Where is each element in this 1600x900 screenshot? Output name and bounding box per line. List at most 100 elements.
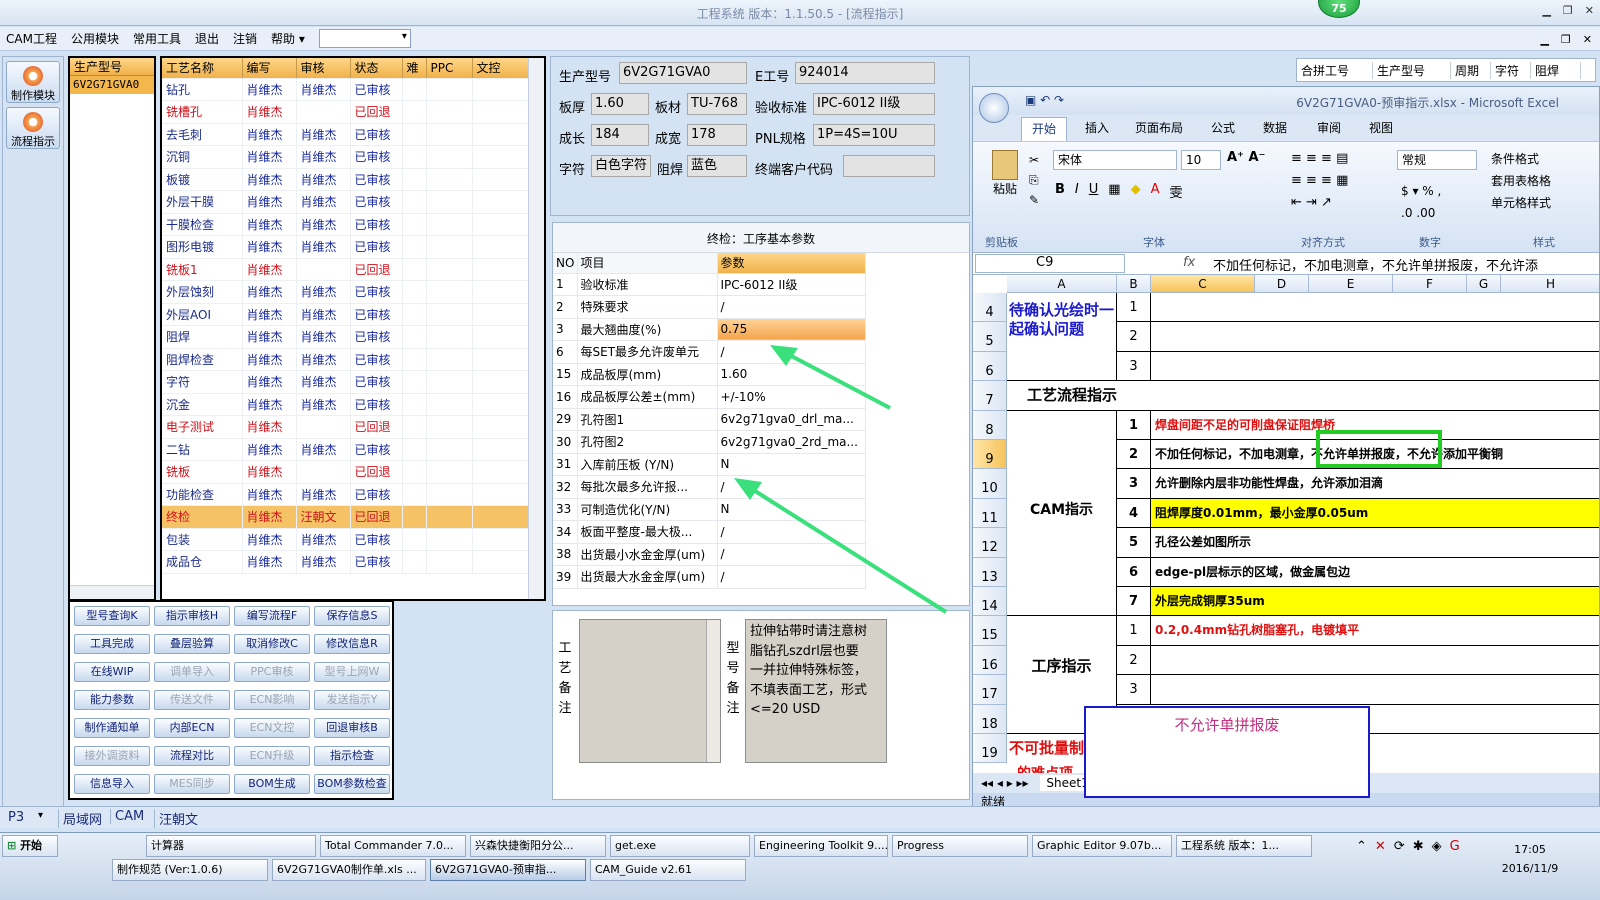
table-row[interactable]: 铣槽孔 肖维杰 已回退 <box>162 100 531 124</box>
model-note-box[interactable]: 拉伸钻带时请注意树脂钻孔szdrl层也要一并拉伸特殊标签，不填表面工艺，形式<=… <box>745 619 887 763</box>
action-button[interactable]: 内部ECN <box>154 718 230 738</box>
column-header[interactable]: B <box>1117 275 1151 293</box>
row-header[interactable]: 13 <box>973 557 1007 587</box>
menu-tools[interactable]: 常用工具 <box>133 30 181 47</box>
action-button[interactable]: 调单导入 <box>154 662 230 682</box>
number-icons[interactable]: $ ▾ % , .0 .00 <box>1401 180 1441 224</box>
len-field[interactable]: 184 <box>591 124 649 146</box>
menu-help[interactable]: 帮助 ▾ <box>271 30 305 47</box>
sheet-cell[interactable]: 3 <box>1117 351 1151 382</box>
action-button[interactable]: MES同步 <box>154 774 230 794</box>
sheet-cell[interactable]: 孔径公差如图所示 <box>1151 528 1599 558</box>
menu-common-modules[interactable]: 公用模块 <box>71 30 119 47</box>
wid-field[interactable]: 178 <box>687 124 747 146</box>
menu-combo[interactable] <box>318 29 411 48</box>
sheet-cell[interactable]: edge-pl层标示的区域，做金属包边 <box>1151 558 1599 587</box>
table-row[interactable]: 铣板 肖维杰 已回退 <box>162 460 531 484</box>
action-button[interactable]: ECN升级 <box>234 746 310 766</box>
right-header-col[interactable]: 阻焊 <box>1531 61 1581 79</box>
table-row[interactable]: 终检 肖维杰 汪朝文 已回退 <box>162 505 531 529</box>
thick-field[interactable]: 1.60 <box>591 93 649 115</box>
taskbar-item[interactable]: Total Commander 7.0... <box>320 835 466 857</box>
sheet-cell[interactable] <box>1151 293 1599 323</box>
process-note-box[interactable] <box>579 619 721 763</box>
column-header[interactable]: 状态 <box>350 58 403 79</box>
sheet-cell[interactable]: 工艺流程指示 <box>1007 381 1599 411</box>
column-header[interactable]: 审核 <box>296 58 351 79</box>
sheet-cell[interactable]: 3 <box>1117 469 1151 499</box>
start-button[interactable]: ⊞ 开始 <box>2 835 58 857</box>
action-button[interactable]: ECN影响 <box>234 690 310 710</box>
column-header[interactable]: D <box>1255 275 1309 293</box>
h-scrollbar[interactable] <box>70 585 154 599</box>
row-header[interactable]: 9 <box>973 440 1007 470</box>
chevron-down-icon[interactable]: ▾ <box>38 810 43 821</box>
mat-field[interactable]: TU-768 <box>687 93 747 115</box>
table-row[interactable]: 板镀 肖维杰 肖维杰 已审核 <box>162 168 531 191</box>
table-row[interactable]: 包装 肖维杰 肖维杰 已审核 <box>162 528 531 551</box>
fx-icon[interactable]: fx <box>1183 255 1195 270</box>
params-row[interactable]: 1 验收标准 IPC-6012 II级 <box>553 273 866 296</box>
params-row[interactable]: 2 特殊要求 / <box>553 295 866 319</box>
tray-icons[interactable]: ⌃ ✕ ⟳ ✱ ◈ G <box>1356 839 1460 854</box>
action-button[interactable]: 发送指示Y <box>314 690 390 710</box>
action-button[interactable]: 流程对比 <box>154 746 230 766</box>
table-row[interactable]: 外层干膜 肖维杰 肖维杰 已审核 <box>162 190 531 214</box>
sheet-cell[interactable] <box>1151 322 1599 352</box>
row-header[interactable]: 6 <box>973 351 1007 382</box>
action-button[interactable]: 修改信息R <box>314 634 390 654</box>
quick-access-icon[interactable]: ▣ ↶ ↷ <box>1025 93 1064 107</box>
sheet-cell[interactable]: 2 <box>1117 322 1151 352</box>
row-header[interactable]: 4 <box>973 293 1007 323</box>
right-header-col[interactable]: 周期 <box>1451 61 1491 79</box>
mask-field[interactable]: 蓝色 <box>687 155 747 177</box>
taskbar-item[interactable]: 6V2G71GVA0制作单.xls ... <box>272 859 426 881</box>
sheet-cell[interactable]: 待确认光绘时一起确认问题 <box>1007 293 1117 382</box>
taskbar-item[interactable]: Engineering Toolkit 9.... <box>754 835 888 857</box>
sheet-cell[interactable]: 1 <box>1117 293 1151 323</box>
taskbar-item[interactable]: 6V2G71GVA0-预审指... <box>430 859 586 881</box>
action-button[interactable]: 信息导入 <box>74 774 150 794</box>
font-name-select[interactable]: 宋体 <box>1053 150 1177 170</box>
table-row[interactable]: 图形电镀 肖维杰 肖维杰 已审核 <box>162 235 531 259</box>
action-button[interactable]: 在线WIP <box>74 662 150 682</box>
action-button[interactable]: 传送文件 <box>154 690 230 710</box>
sheet-cell[interactable]: 7 <box>1117 587 1151 617</box>
table-row[interactable]: 电子测试 肖维杰 已回退 <box>162 415 531 439</box>
action-button[interactable]: 型号上网W <box>314 662 390 682</box>
action-button[interactable]: 制作通知单 <box>74 718 150 738</box>
table-row[interactable]: 阻焊 肖维杰 肖维杰 已审核 <box>162 325 531 349</box>
row-header[interactable]: 8 <box>973 410 1007 440</box>
sheet-nav-icon[interactable]: ◂◂ ◂ ▸ ▸▸ <box>981 776 1029 790</box>
v-scrollbar[interactable] <box>706 620 720 762</box>
table-format[interactable]: 套用表格格 <box>1491 170 1551 192</box>
cust-field[interactable] <box>843 155 935 177</box>
formula-text[interactable]: 不加任何标记，不加电测章，不允许单拼报废，不允许添 <box>1213 255 1538 274</box>
sheet-cell[interactable]: 1 <box>1117 616 1151 646</box>
table-row[interactable]: 阻焊检查 肖维杰 肖维杰 已审核 <box>162 348 531 371</box>
table-row[interactable]: 钻孔 肖维杰 肖维杰 已审核 <box>162 78 531 101</box>
sheet-cell[interactable]: 0.2,0.4mm钻孔树脂塞孔，电镀填平 <box>1151 616 1599 646</box>
menu-logout[interactable]: 注销 <box>233 30 257 47</box>
action-button[interactable]: ECN文控 <box>234 718 310 738</box>
taskbar-item[interactable]: 兴森快捷衡阳分公... <box>470 835 606 857</box>
tab-page-layout[interactable]: 页面布局 <box>1135 119 1183 136</box>
taskbar-item[interactable]: Progress <box>892 835 1028 857</box>
action-button[interactable]: 取消修改C <box>234 634 310 654</box>
action-button[interactable]: BOM参数检查 <box>314 774 390 794</box>
tab-data[interactable]: 数据 <box>1263 119 1287 136</box>
taskbar-item[interactable]: Graphic Editor 9.07b... <box>1032 835 1172 857</box>
eno-field[interactable]: 924014 <box>795 62 935 84</box>
conditional-format[interactable]: 条件格式 <box>1491 148 1551 170</box>
sheet-cell[interactable]: 6 <box>1117 557 1151 587</box>
char-field[interactable]: 白色字符 <box>591 155 651 177</box>
column-header[interactable]: 难 <box>402 58 427 79</box>
row-header[interactable]: 17 <box>973 675 1007 705</box>
sheet-cell[interactable]: 阻焊厚度0.01mm，最小金厚0.05um <box>1151 498 1599 529</box>
sheet-cell[interactable] <box>1151 675 1599 705</box>
cell-styles[interactable]: 单元格样式 <box>1491 192 1551 214</box>
taskbar-item[interactable]: 工程系统 版本：1... <box>1176 835 1312 857</box>
sheet-cell[interactable] <box>1151 352 1599 382</box>
column-header[interactable]: 文控 <box>472 58 531 79</box>
action-button[interactable]: 能力参数 <box>74 690 150 710</box>
